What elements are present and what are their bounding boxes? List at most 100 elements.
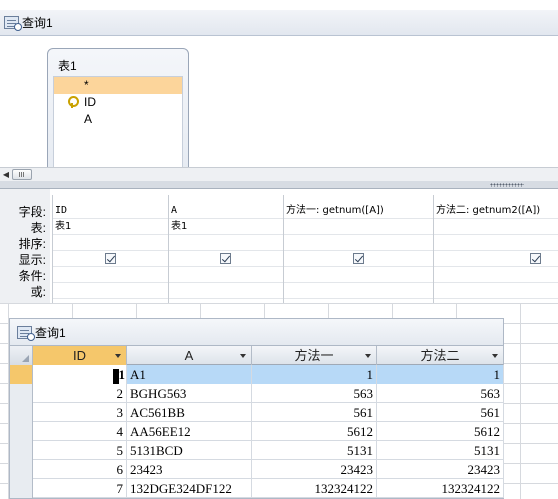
cell-method2[interactable]: 563 bbox=[377, 384, 504, 403]
cell-method2[interactable]: 132324122 bbox=[377, 479, 504, 498]
qbe-field-cell[interactable]: ID bbox=[53, 203, 168, 219]
qbe-or-cell[interactable] bbox=[53, 283, 168, 299]
field-list: * ID A bbox=[53, 76, 183, 176]
checkbox-checked-icon[interactable] bbox=[105, 253, 116, 264]
cell-method1[interactable]: 132324122 bbox=[252, 479, 377, 498]
qbe-sort-cell[interactable] bbox=[284, 235, 433, 251]
cell-method1[interactable]: 561 bbox=[252, 403, 377, 422]
qbe-criteria-cell[interactable] bbox=[284, 267, 433, 283]
row-label-criteria: 条件: bbox=[18, 269, 46, 283]
record-selector[interactable] bbox=[10, 479, 33, 498]
cell-method2[interactable]: 23423 bbox=[377, 460, 504, 479]
qbe-table-cell[interactable]: 表1 bbox=[169, 219, 283, 235]
cell-method1[interactable]: 563 bbox=[252, 384, 377, 403]
qbe-field-cell[interactable]: 方法二: getnum2([A]) bbox=[434, 203, 558, 219]
cell-a[interactable]: AA56EE12 bbox=[127, 422, 252, 441]
cell-method1[interactable]: 5612 bbox=[252, 422, 377, 441]
checkbox-checked-icon[interactable] bbox=[220, 253, 231, 264]
cell-a[interactable]: BGHG563 bbox=[127, 384, 252, 403]
record-selector[interactable] bbox=[10, 384, 33, 403]
cell-method2[interactable]: 1 bbox=[377, 365, 504, 384]
cell-method2[interactable]: 5131 bbox=[377, 441, 504, 460]
qbe-sort-cell[interactable] bbox=[434, 235, 558, 251]
record-selector[interactable] bbox=[10, 460, 33, 479]
field-item-id[interactable]: ID bbox=[54, 94, 182, 111]
qbe-or-cell[interactable] bbox=[434, 283, 558, 299]
column-header-method1[interactable]: 方法一 bbox=[252, 346, 377, 365]
qbe-sort-cell[interactable] bbox=[169, 235, 283, 251]
table-row[interactable]: 4 AA56EE12 5612 5612 bbox=[10, 422, 504, 441]
table-row[interactable]: 7 132DGE324DF122 132324122 132324122 bbox=[10, 479, 504, 498]
datasheet-header-row: ID A 方法一 方法二 bbox=[10, 346, 504, 365]
cell-a[interactable]: 132DGE324DF122 bbox=[127, 479, 252, 498]
cell-method1[interactable]: 23423 bbox=[252, 460, 377, 479]
qbe-sort-cell[interactable] bbox=[53, 235, 168, 251]
qbe-table-cell[interactable]: 表1 bbox=[53, 219, 168, 235]
table-row[interactable]: 6 23423 23423 23423 bbox=[10, 460, 504, 479]
cell-method2[interactable]: 5612 bbox=[377, 422, 504, 441]
cell-a[interactable]: A1 bbox=[127, 365, 252, 384]
row-label-show: 显示: bbox=[18, 253, 46, 267]
cell-method1[interactable]: 1 bbox=[252, 365, 377, 384]
column-header-label: A bbox=[184, 348, 194, 363]
qbe-or-cell[interactable] bbox=[284, 283, 433, 299]
primary-key-icon bbox=[68, 96, 79, 108]
cell-a[interactable]: AC561BB bbox=[127, 403, 252, 422]
qbe-column-method1: 方法一: getnum([A]) bbox=[283, 195, 433, 303]
cell-id[interactable]: 4 bbox=[33, 422, 127, 441]
select-all-corner[interactable] bbox=[10, 346, 33, 365]
qbe-criteria-cell[interactable] bbox=[434, 267, 558, 283]
column-header-id[interactable]: ID bbox=[33, 346, 127, 365]
record-selector[interactable] bbox=[10, 422, 33, 441]
dropdown-arrow-icon[interactable] bbox=[240, 354, 246, 358]
qbe-or-cell[interactable] bbox=[169, 283, 283, 299]
checkbox-checked-icon[interactable] bbox=[353, 253, 364, 264]
field-item-a[interactable]: A bbox=[54, 111, 182, 128]
record-selector[interactable] bbox=[10, 403, 33, 422]
qbe-field-cell[interactable]: A bbox=[169, 203, 283, 219]
datasheet-title: 查询1 bbox=[35, 325, 66, 340]
design-titlebar[interactable]: 查询1 bbox=[0, 10, 558, 36]
table-row[interactable]: 1 A1 1 1 bbox=[10, 365, 504, 384]
row-label-field: 字段: bbox=[18, 205, 46, 219]
cell-a[interactable]: 5131BCD bbox=[127, 441, 252, 460]
table-row[interactable]: 3 AC561BB 561 561 bbox=[10, 403, 504, 422]
grip-icon[interactable] bbox=[490, 183, 524, 187]
qbe-table-cell[interactable] bbox=[284, 219, 433, 235]
dropdown-arrow-icon[interactable] bbox=[492, 354, 498, 358]
cell-method2[interactable]: 561 bbox=[377, 403, 504, 422]
qbe-show-cell bbox=[169, 251, 283, 267]
cell-id[interactable]: 6 bbox=[33, 460, 127, 479]
qbe-table-cell[interactable] bbox=[434, 219, 558, 235]
table-row[interactable]: 2 BGHG563 563 563 bbox=[10, 384, 504, 403]
qbe-criteria-cell[interactable] bbox=[169, 267, 283, 283]
column-header-method2[interactable]: 方法二 bbox=[377, 346, 504, 365]
record-selector[interactable] bbox=[10, 441, 33, 460]
scroll-left-arrow-icon[interactable]: ◀ bbox=[1, 169, 11, 180]
dropdown-arrow-icon[interactable] bbox=[365, 354, 371, 358]
pane-splitter[interactable] bbox=[0, 181, 558, 189]
dropdown-arrow-icon[interactable] bbox=[115, 354, 121, 358]
cell-id[interactable]: 5 bbox=[33, 441, 127, 460]
cell-id[interactable]: 7 bbox=[33, 479, 127, 498]
cell-id[interactable]: 2 bbox=[33, 384, 127, 403]
column-header-a[interactable]: A bbox=[127, 346, 252, 365]
checkbox-checked-icon[interactable] bbox=[530, 253, 541, 264]
field-item-all[interactable]: * bbox=[54, 77, 182, 94]
qbe-field-cell[interactable]: 方法一: getnum([A]) bbox=[284, 203, 433, 219]
cell-id-value: 1 bbox=[118, 367, 126, 382]
cell-a[interactable]: 23423 bbox=[127, 460, 252, 479]
row-label-sort: 排序: bbox=[18, 237, 46, 251]
scroll-thumb[interactable] bbox=[12, 169, 32, 180]
qbe-row-labels: 字段: 表: 排序: 显示: 条件: 或: bbox=[0, 189, 50, 303]
qbe-criteria-cell[interactable] bbox=[53, 267, 168, 283]
cell-id[interactable]: 1 bbox=[33, 365, 127, 384]
table-field-list-box[interactable]: 表1 * ID A bbox=[47, 48, 189, 176]
record-selector[interactable] bbox=[10, 365, 33, 384]
datasheet-titlebar[interactable]: 查询1 bbox=[10, 319, 503, 346]
table-row[interactable]: 5 5131BCD 5131 5131 bbox=[10, 441, 504, 460]
horizontal-scrollbar[interactable]: ◀ bbox=[0, 167, 558, 181]
column-header-label: 方法二 bbox=[420, 348, 460, 363]
cell-method1[interactable]: 5131 bbox=[252, 441, 377, 460]
cell-id[interactable]: 3 bbox=[33, 403, 127, 422]
